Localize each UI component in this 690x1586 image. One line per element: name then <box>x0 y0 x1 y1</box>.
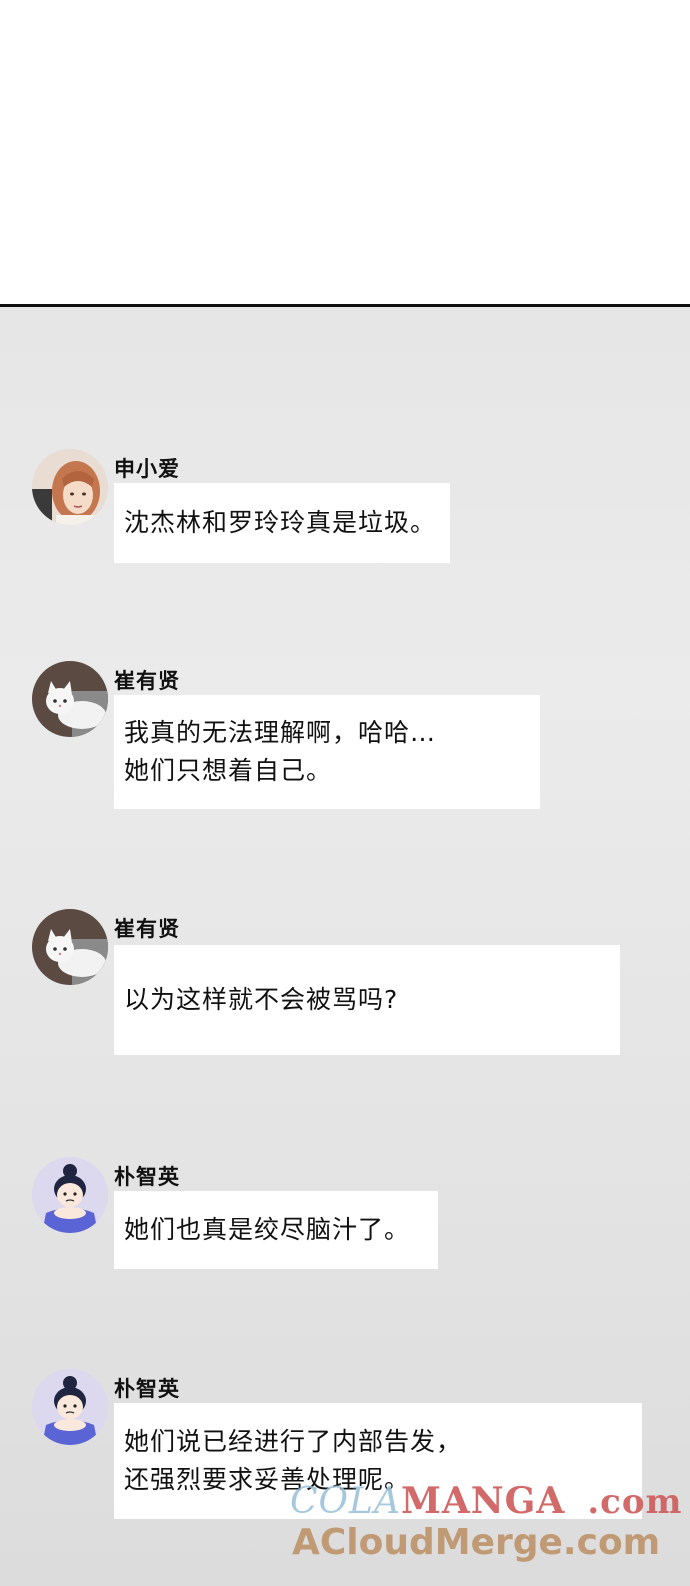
message-line: 以为这样就不会被骂吗? <box>124 985 399 1014</box>
sender-name: 朴智英 <box>114 1377 180 1401</box>
watermark-bottom: ACloudMerge.com <box>292 1522 661 1563</box>
message-bubble: 她们也真是绞尽脑汁了。 <box>114 1191 438 1269</box>
woman-avatar-icon <box>32 449 108 525</box>
message-line: 她们也真是绞尽脑汁了。 <box>124 1215 411 1244</box>
message-line: 她们只想着自己。 <box>124 756 333 785</box>
chat-panel: 申小爱 沈杰林和罗玲玲真是垃圾。 崔有贤 我真的无法理解啊，哈哈… 她们只想着自… <box>0 304 690 1586</box>
sender-name: 朴智英 <box>114 1165 180 1189</box>
message-bubble: 沈杰林和罗玲玲真是垃圾。 <box>114 483 450 563</box>
sender-name: 申小爱 <box>114 457 180 481</box>
watermark-part: COLA <box>290 1481 401 1522</box>
sender-name: 崔有贤 <box>114 669 180 693</box>
message-line: 我真的无法理解啊，哈哈… <box>124 718 437 747</box>
watermark-part: MANGA <box>400 1480 566 1522</box>
watermark-part: .com <box>587 1482 683 1522</box>
girl-avatar-icon <box>32 1369 108 1445</box>
message-line: 沈杰林和罗玲玲真是垃圾。 <box>124 508 437 537</box>
cat-avatar-icon <box>32 661 108 737</box>
watermark-top: COLAMANGA .com <box>290 1480 683 1522</box>
message-line: 她们说已经进行了内部告发， <box>124 1427 463 1456</box>
girl-avatar-icon <box>32 1157 108 1233</box>
sender-name: 崔有贤 <box>114 917 180 941</box>
cat-avatar-icon <box>32 909 108 985</box>
message-bubble: 以为这样就不会被骂吗? <box>114 945 620 1055</box>
blank-area <box>0 0 690 304</box>
message-bubble: 我真的无法理解啊，哈哈… 她们只想着自己。 <box>114 695 540 809</box>
